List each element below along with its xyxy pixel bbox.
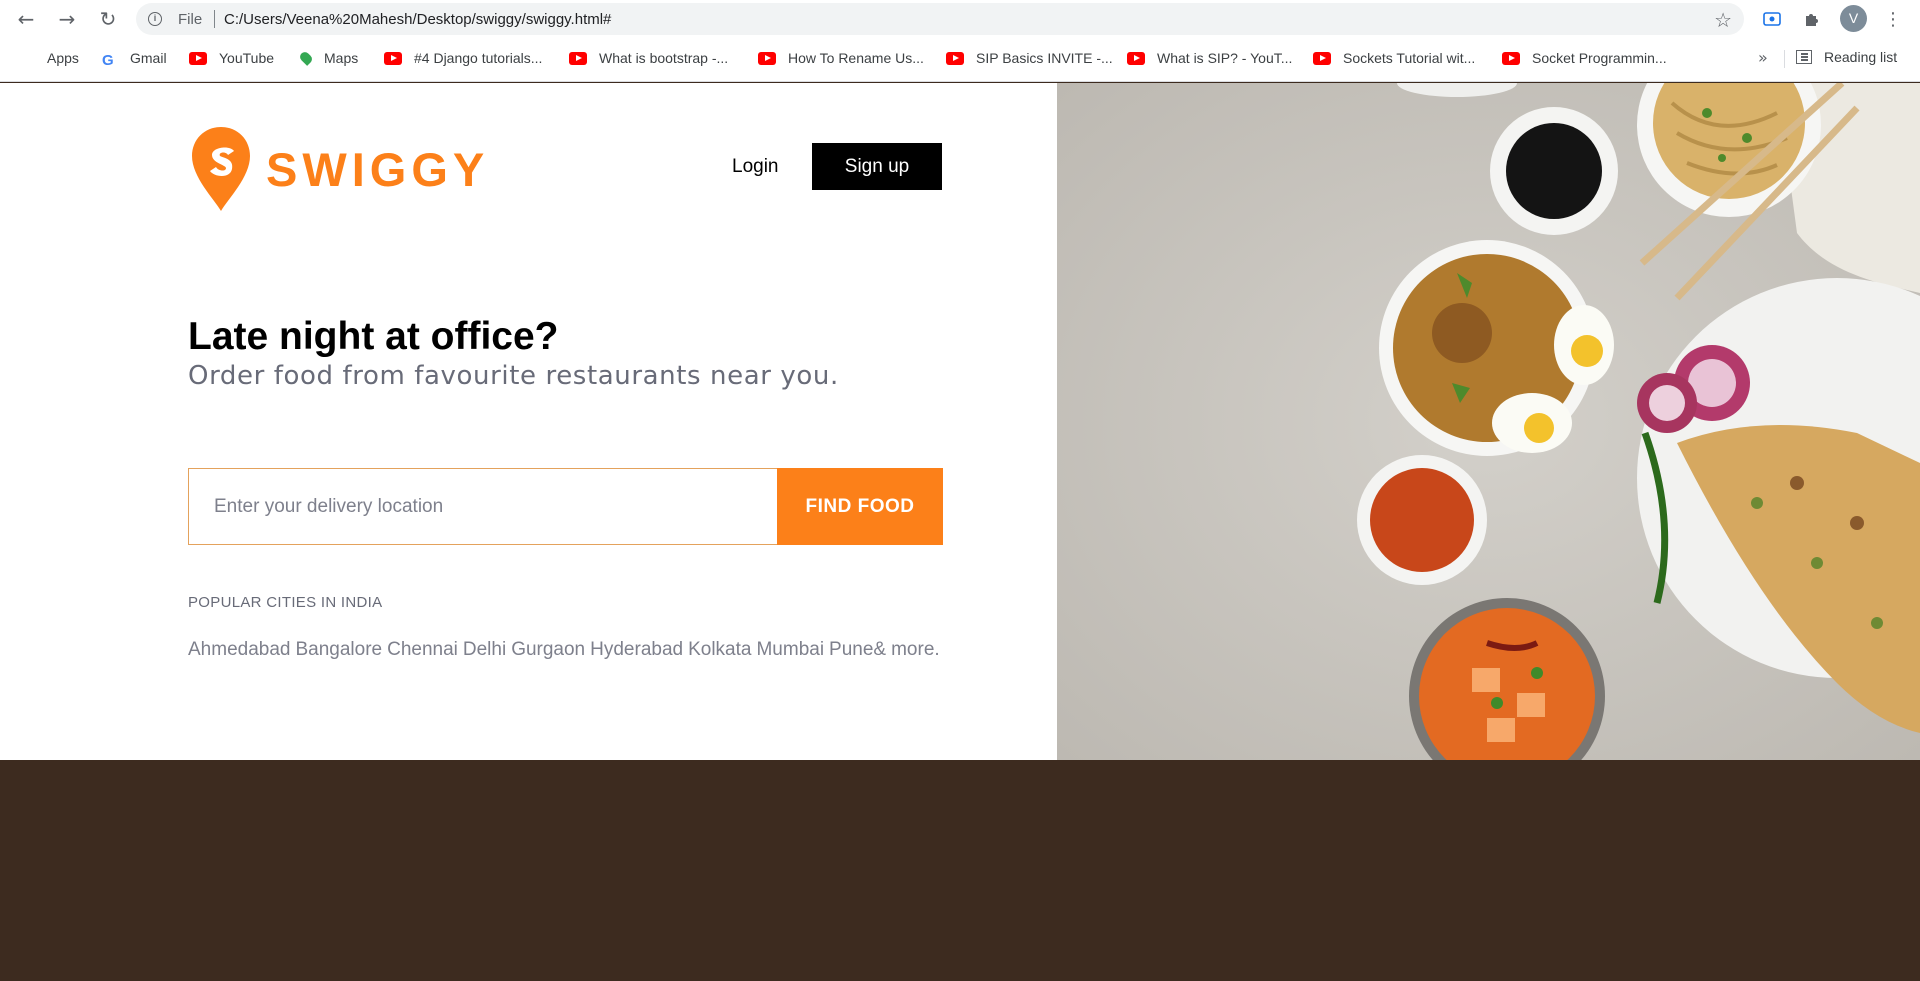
reading-list-button[interactable]: Reading list [1796,49,1897,65]
bookmark-label: Gmail [130,50,167,66]
food-photo-illustration [1057,83,1920,760]
bookmark-label: YouTube [219,50,275,66]
footer-band [0,760,1920,981]
bookmark-socket-programming[interactable]: Socket Programmin... [1502,49,1667,67]
youtube-icon [384,51,402,65]
bookmark-what-is-sip[interactable]: What is SIP? - YouT... [1127,49,1292,67]
bookmark-label: What is SIP? - YouT... [1157,50,1293,66]
info-icon[interactable]: i [148,12,162,26]
city-link[interactable]: Kolkata [688,639,751,660]
youtube-icon [946,51,964,65]
more-bookmarks-icon[interactable]: » [1758,48,1768,67]
city-link[interactable]: Hyderabad [590,639,683,660]
bookmark-sockets[interactable]: Sockets Tutorial wit... [1313,49,1475,67]
hero-headline: Late night at office? [188,315,559,358]
youtube-icon [569,51,587,65]
url-text[interactable]: C:/Users/Veena%20Mahesh/Desktop/swiggy/s… [224,11,611,28]
city-link[interactable]: Ahmedabad [188,639,290,660]
login-link[interactable]: Login [732,156,779,178]
city-link[interactable]: Mumbai [756,639,824,660]
bookmark-gmail[interactable]: G Gmail [102,49,167,69]
bookmark-rename[interactable]: How To Rename Us... [758,49,924,67]
cities-more-text: more. [891,639,940,660]
city-link[interactable]: Bangalore [295,639,382,660]
bookmark-maps[interactable]: Maps [298,49,359,67]
bookmark-label: SIP Basics INVITE -... [976,50,1113,66]
url-separator [214,10,215,28]
city-link[interactable]: Gurgaon [511,639,585,660]
food-hero-image [1057,83,1920,760]
city-link[interactable]: Delhi [463,639,506,660]
youtube-icon [189,51,207,65]
youtube-icon [758,51,776,65]
address-bar[interactable]: i File C:/Users/Veena%20Mahesh/Desktop/s… [136,3,1744,35]
swiggy-logo[interactable]: SWIGGY [190,125,489,213]
bookmarks-separator [1784,50,1785,68]
bookmark-star-icon[interactable]: ☆ [1714,8,1732,32]
delivery-location-input[interactable] [189,469,778,544]
profile-avatar[interactable]: V [1840,5,1867,32]
apps-icon [19,50,35,66]
delivery-location-box [188,468,778,545]
bookmark-sip-basics[interactable]: SIP Basics INVITE -... [946,49,1113,67]
extensions-puzzle-icon[interactable] [1799,6,1825,32]
bookmark-apps[interactable]: Apps [19,49,79,67]
swiggy-logo-icon [192,127,250,211]
bookmark-label: How To Rename Us... [788,50,924,66]
menu-kebab-icon[interactable]: ⋮ [1880,6,1906,32]
bookmark-label: #4 Django tutorials... [414,50,543,66]
bookmark-label: Sockets Tutorial wit... [1343,50,1476,66]
hero-subhead: Order food from favourite restaurants ne… [188,361,839,391]
bookmark-label: Apps [47,50,79,66]
bookmark-bootstrap[interactable]: What is bootstrap -... [569,49,728,67]
city-link[interactable]: Chennai [387,639,458,660]
bookmark-django[interactable]: #4 Django tutorials... [384,49,542,67]
reading-list-label: Reading list [1824,49,1898,65]
signup-button[interactable]: Sign up [812,143,942,190]
popular-cities-title: POPULAR CITIES IN INDIA [188,594,383,611]
browser-chrome: ← → ↻ i File C:/Users/Veena%20Mahesh/Des… [0,0,1920,82]
find-food-button[interactable]: FIND FOOD [777,468,943,545]
youtube-icon [1502,51,1520,65]
popular-cities-list: Ahmedabad Bangalore Chennai Delhi Gurgaon Hyd… [188,637,948,662]
bookmark-label: Maps [324,50,359,66]
google-icon: G [102,51,114,69]
hero-left-panel: SWIGGY Login Sign up Late night at offic… [0,83,1057,760]
maps-icon [298,50,314,66]
youtube-icon [1127,51,1145,65]
bookmark-label: Socket Programmin... [1532,50,1667,66]
back-arrow-icon[interactable]: ← [13,6,39,32]
reading-list-icon [1796,50,1812,64]
reload-icon[interactable]: ↻ [95,6,121,32]
bookmark-youtube[interactable]: YouTube [189,49,274,67]
logo-text: SWIGGY [266,142,490,196]
bookmark-label: What is bootstrap -... [599,50,729,66]
city-link[interactable]: Pune& [829,639,886,660]
bookmarks-bar: Apps G Gmail YouTube Maps #4 Django tuto… [0,44,1920,72]
youtube-icon [1313,51,1331,65]
screen-capture-icon[interactable] [1759,6,1785,32]
hero-section: SWIGGY Login Sign up Late night at offic… [0,83,1920,760]
file-label: File [178,11,203,28]
browser-toolbar: ← → ↻ i File C:/Users/Veena%20Mahesh/Des… [0,0,1920,38]
forward-arrow-icon[interactable]: → [54,6,80,32]
